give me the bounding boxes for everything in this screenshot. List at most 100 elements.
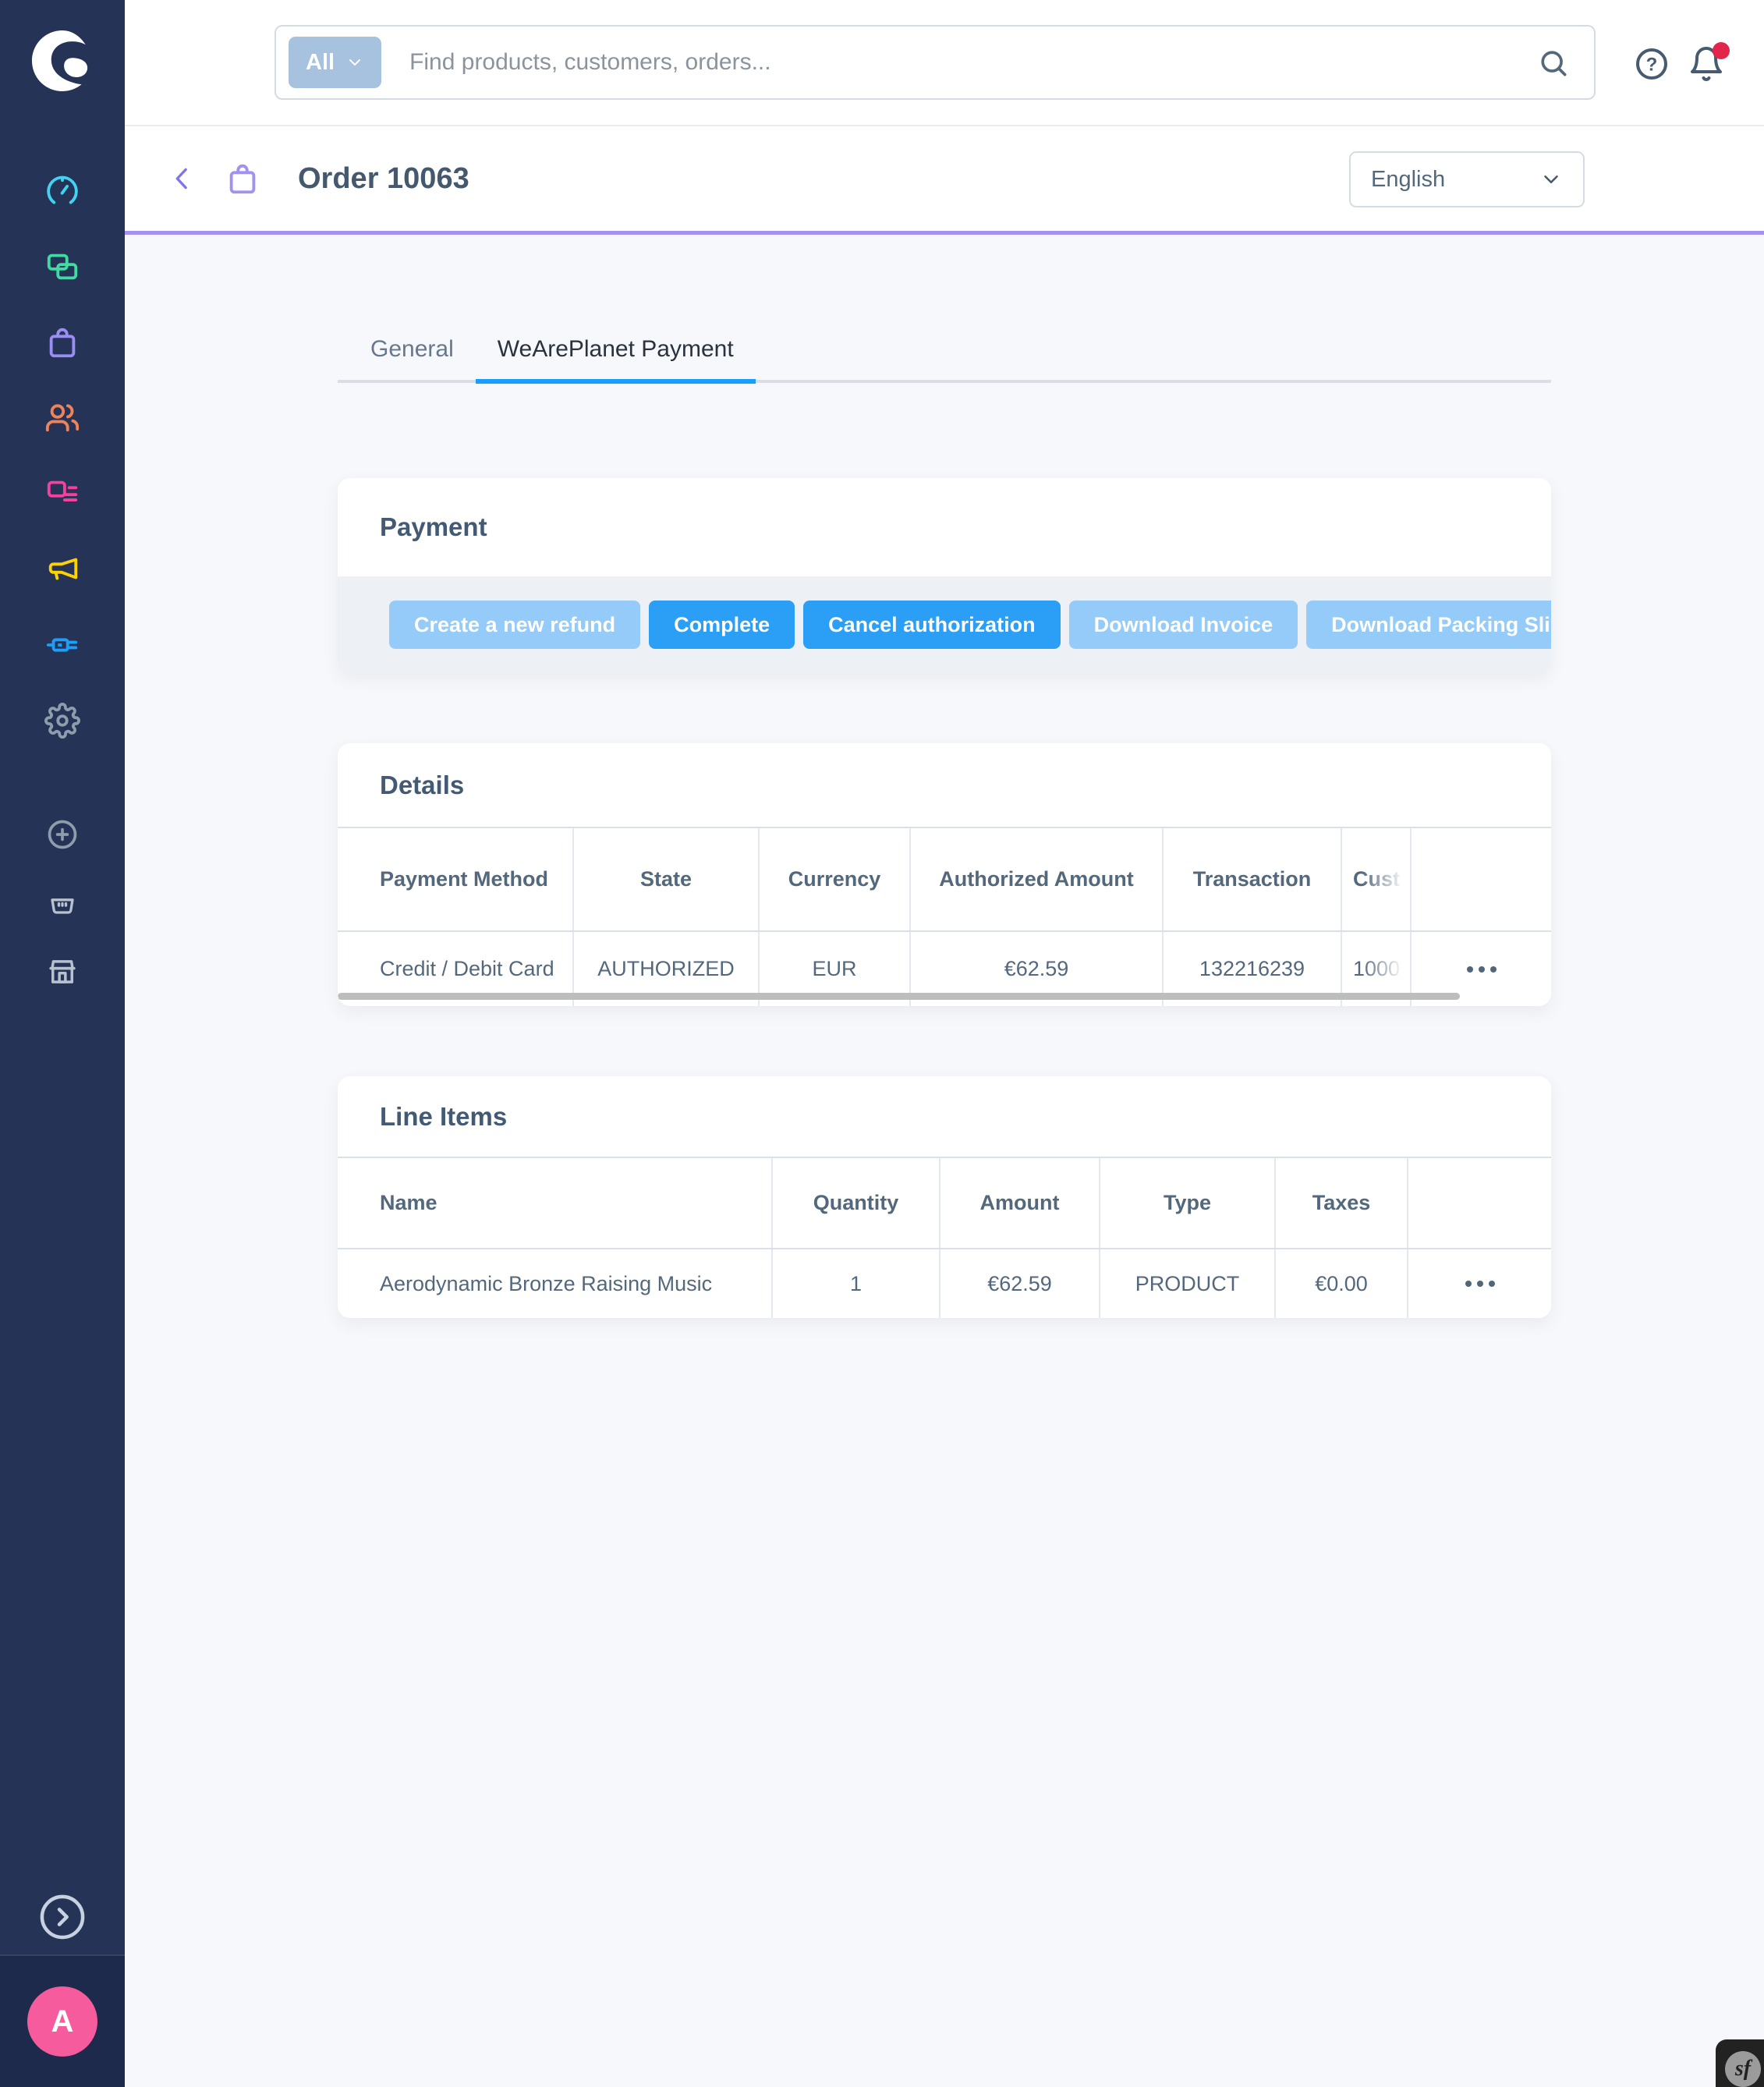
column-header-name: Name (338, 1158, 773, 1248)
page-title: Order 10063 (298, 162, 469, 196)
line-items-card-header: Line Items (338, 1076, 1551, 1157)
column-header-transaction: Transaction (1164, 828, 1342, 930)
symfony-profiler-badge[interactable]: sf (1716, 2039, 1764, 2087)
symfony-logo-text: sf (1735, 2057, 1751, 2082)
search-icon[interactable] (1536, 46, 1571, 80)
download-packing-slip-button[interactable]: Download Packing Slip (1306, 601, 1551, 649)
sidebar-item-dashboard[interactable] (0, 153, 125, 229)
sidebar-item-add[interactable] (0, 800, 125, 869)
cell-item-name: Aerodynamic Bronze Raising Music (338, 1249, 773, 1318)
shopware-logo (25, 23, 100, 98)
cancel-authorization-button[interactable]: Cancel authorization (803, 601, 1061, 649)
column-header-customer-truncated: Cust (1342, 828, 1412, 930)
cell-item-type: PRODUCT (1100, 1249, 1276, 1318)
column-header-amount: Amount (940, 1158, 1100, 1248)
tab-bar: General WeArePlanet Payment (338, 336, 1551, 383)
users-icon (44, 400, 80, 436)
chevron-down-icon (345, 53, 364, 72)
line-items-card-title: Line Items (380, 1102, 507, 1132)
tab-weareplanet-payment-label: WeArePlanet Payment (498, 336, 734, 363)
line-items-row[interactable]: Aerodynamic Bronze Raising Music 1 €62.5… (338, 1249, 1551, 1318)
payment-card: Payment Create a new refund Complete Can… (338, 478, 1551, 673)
notification-bell-button[interactable] (1688, 45, 1725, 83)
language-select-value: English (1371, 167, 1445, 193)
line-items-table: Name Quantity Amount Type Taxes Aerodyna… (338, 1157, 1551, 1318)
top-bar: All ? (125, 0, 1764, 126)
user-avatar[interactable]: A (27, 1986, 97, 2057)
help-button[interactable]: ? (1633, 45, 1670, 83)
language-select[interactable]: English (1349, 151, 1585, 207)
line-items-header-row: Name Quantity Amount Type Taxes (338, 1158, 1551, 1249)
cell-item-amount: €62.59 (940, 1249, 1100, 1318)
chevron-down-icon (1539, 168, 1563, 191)
ellipsis-icon (1479, 966, 1485, 973)
user-initial: A (51, 2004, 74, 2039)
megaphone-icon (44, 551, 80, 587)
ellipsis-icon (1477, 1281, 1483, 1287)
sidebar-item-basket[interactable] (0, 869, 125, 937)
tab-general-label: General (370, 336, 454, 363)
main-area: All ? (125, 0, 1764, 2087)
details-card-header: Details (338, 743, 1551, 827)
download-invoice-button[interactable]: Download Invoice (1069, 601, 1298, 649)
column-header-type: Type (1100, 1158, 1276, 1248)
gear-icon (44, 703, 80, 739)
back-button[interactable] (167, 163, 198, 194)
complete-button[interactable]: Complete (649, 601, 795, 649)
sidebar-item-extensions[interactable] (0, 607, 125, 682)
payment-card-header: Payment (338, 478, 1551, 576)
tab-weareplanet-payment[interactable]: WeArePlanet Payment (476, 336, 756, 380)
column-header-state: State (574, 828, 760, 930)
global-search-bar: All (275, 25, 1596, 100)
column-header-currency: Currency (760, 828, 911, 930)
search-scope-dropdown[interactable]: All (289, 37, 381, 88)
symfony-logo-icon: sf (1725, 2051, 1761, 2087)
row-context-menu-button[interactable] (1453, 1266, 1507, 1302)
details-table: Payment Method State Currency Authorized… (338, 827, 1551, 1006)
create-refund-button[interactable]: Create a new refund (389, 601, 640, 649)
column-header-context (1408, 1158, 1551, 1248)
cell-item-taxes: €0.00 (1276, 1249, 1408, 1318)
catalogues-icon (44, 249, 80, 285)
sidebar-item-content[interactable] (0, 455, 125, 531)
horizontal-scrollbar-thumb[interactable] (338, 993, 1460, 1000)
sidebar-divider (0, 758, 125, 800)
column-header-authorized-amount: Authorized Amount (911, 828, 1164, 930)
line-items-card: Line Items Name Quantity Amount Type Tax… (338, 1076, 1551, 1318)
order-module-icon (225, 161, 260, 197)
column-header-quantity: Quantity (773, 1158, 940, 1248)
sidebar-item-orders[interactable] (0, 304, 125, 380)
storefront-icon (46, 955, 79, 988)
sidebar-item-shop[interactable] (0, 937, 125, 1006)
row-context-menu-button[interactable] (1454, 951, 1509, 987)
speedometer-icon (44, 173, 80, 209)
sidebar-item-customers[interactable] (0, 380, 125, 455)
svg-text:?: ? (1646, 54, 1658, 75)
payment-card-title: Payment (380, 512, 487, 542)
search-scope-label: All (306, 50, 335, 76)
sidebar-item-catalogues[interactable] (0, 229, 125, 304)
plug-icon (44, 627, 80, 663)
sidebar-nav (0, 153, 125, 1006)
column-header-taxes: Taxes (1276, 1158, 1408, 1248)
smart-bar: Order 10063 English (125, 126, 1764, 235)
page-content: General WeArePlanet Payment Payment Crea… (125, 235, 1764, 2087)
cms-pages-icon (44, 476, 80, 512)
sidebar: A (0, 0, 125, 2087)
tab-general[interactable]: General (349, 336, 476, 380)
column-header-payment-method: Payment Method (338, 828, 574, 930)
sidebar-item-settings[interactable] (0, 682, 125, 758)
cell-item-quantity: 1 (773, 1249, 940, 1318)
details-card-title: Details (380, 771, 464, 800)
basket-icon (47, 888, 78, 919)
search-input[interactable] (381, 49, 1594, 76)
plus-circle-icon (45, 817, 80, 852)
details-card: Details Payment Method State Currency Au… (338, 743, 1551, 1006)
column-header-context (1412, 828, 1551, 930)
shopping-bag-icon (44, 324, 80, 360)
payment-actions: Create a new refund Complete Cancel auth… (338, 576, 1551, 673)
sidebar-expand-button[interactable] (36, 1890, 89, 1943)
sidebar-user-area: A (0, 1954, 125, 2087)
sidebar-item-marketing[interactable] (0, 531, 125, 607)
details-table-header-row: Payment Method State Currency Authorized… (338, 828, 1551, 932)
